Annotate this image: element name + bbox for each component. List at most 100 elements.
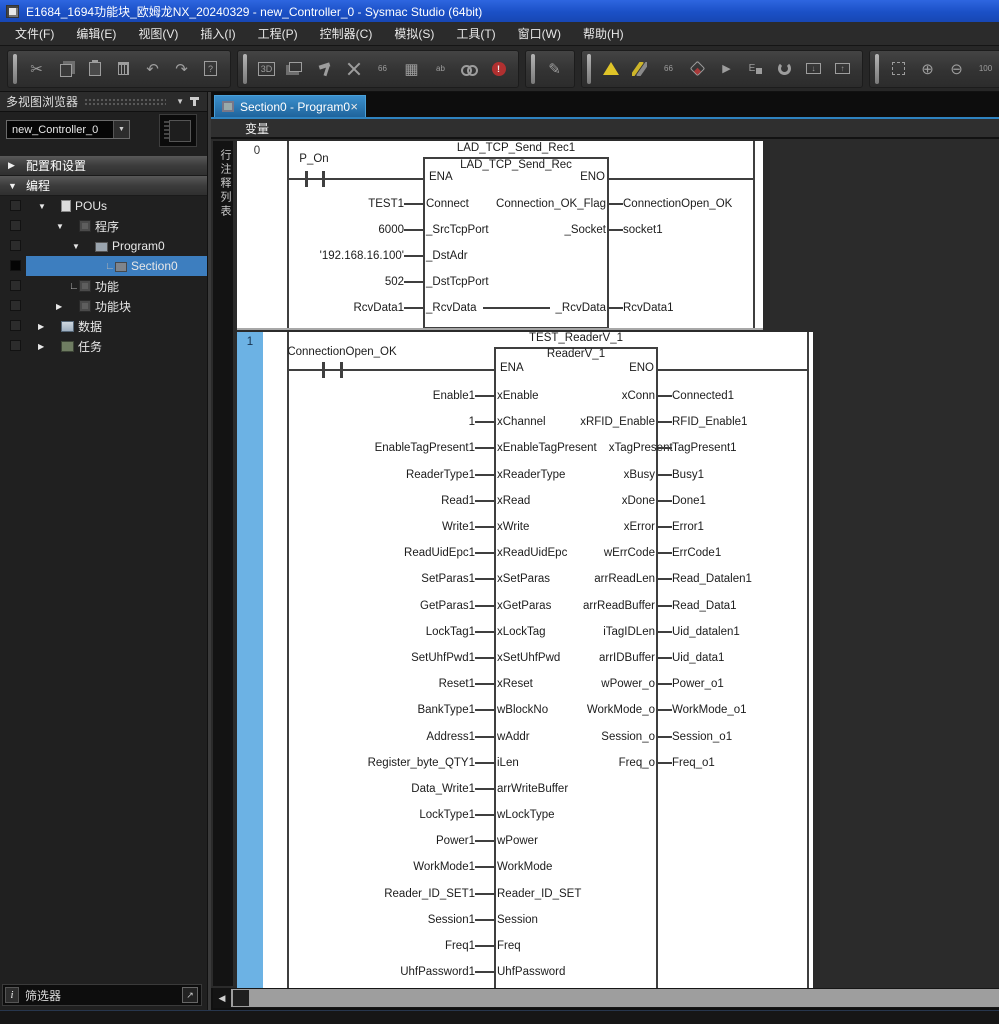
tree-item[interactable]: ▼ 程序 [0,216,207,236]
tab-section0-program0[interactable]: Section0 - Program0 × [214,95,366,117]
pin-input-operand[interactable]: Reader_ID_SET1 [237,888,475,900]
pin-input-operand[interactable]: EnableTagPresent1 [237,442,475,454]
variables-bar[interactable]: 变量 [211,119,999,139]
pin-output-operand[interactable]: Uid_data1 [672,652,813,664]
pin-output-operand[interactable]: Connected1 [672,390,813,402]
tree-expand-arrow[interactable]: ▶ [56,302,69,311]
row-comment-list-strip[interactable]: 行注释列表 [213,141,233,986]
panel-menu-icon[interactable]: ▼ [176,97,184,106]
pin-input-operand[interactable]: ReadUidEpc1 [237,547,475,559]
edit-mode-icon[interactable]: ✎ [540,54,569,84]
monitor-icon[interactable]: 66 [654,54,683,84]
tree-expand-arrow[interactable]: ▶ [38,342,51,351]
pin-input-operand[interactable]: Read1 [237,495,475,507]
pin-output-operand[interactable]: Done1 [672,495,813,507]
menu-item[interactable]: 编辑(E) [65,22,127,46]
simulation-icon[interactable] [683,54,712,84]
pin-input-operand[interactable]: UhfPassword1 [237,966,475,978]
pin-input-operand[interactable]: 6000 [237,224,404,236]
tree-item[interactable]: ▶ 任务 [0,336,207,356]
menu-item[interactable]: 工具(T) [445,22,506,46]
toolbar-grip[interactable] [587,54,591,84]
contact-operand[interactable]: P_On [281,153,347,165]
pin-input-operand[interactable]: 1 [237,416,475,428]
zoom-in-icon[interactable]: ⊕ [913,54,942,84]
scrollbar-thumb-edge[interactable] [233,990,249,1006]
build-icon[interactable] [310,54,339,84]
chevron-down-icon[interactable]: ▼ [113,121,129,138]
io-map-icon[interactable]: ab [426,54,455,84]
tree-item[interactable]: ∟ Section0 [0,256,207,276]
panel-drag-dots[interactable] [84,98,166,106]
pin-input-operand[interactable]: Enable1 [237,390,475,402]
pin-output-operand[interactable]: RcvData1 [623,302,763,314]
paste-icon[interactable] [80,54,109,84]
synchronize-icon[interactable] [770,54,799,84]
controller-select[interactable]: new_Controller_0 ▼ [6,120,130,139]
horizontal-scrollbar[interactable]: ◀ [213,988,999,1008]
titlebar[interactable]: E1684_1694功能块_欧姆龙NX_20240329 - new_Contr… [0,0,999,22]
pin-input-operand[interactable]: Power1 [237,835,475,847]
copy-icon[interactable] [51,54,80,84]
tree-expand-arrow[interactable]: ▼ [72,242,85,251]
menu-item[interactable]: 窗口(W) [507,22,572,46]
pin-input-operand[interactable]: LockTag1 [237,626,475,638]
transfer-from-controller-icon[interactable]: ↑ [828,54,857,84]
go-offline-icon[interactable] [625,54,654,84]
pin-output-operand[interactable]: socket1 [623,224,763,236]
rebuild-icon[interactable] [339,54,368,84]
menu-item[interactable]: 控制器(C) [309,22,384,46]
pin-output-operand[interactable]: Session_o1 [672,731,813,743]
pin-input-operand[interactable]: Register_byte_QTY1 [237,757,475,769]
watch-table-icon[interactable]: ▦ [397,54,426,84]
contact[interactable] [322,171,325,187]
pin-input-operand[interactable]: WorkMode1 [237,861,475,873]
tree-expand-arrow[interactable]: ▼ [38,202,51,211]
program-check-icon[interactable]: E [741,54,770,84]
pin-output-operand[interactable]: Power_o1 [672,678,813,690]
menu-item[interactable]: 模拟(S) [383,22,445,46]
pin-input-operand[interactable]: LockType1 [237,809,475,821]
pin-input-operand[interactable]: GetParas1 [237,600,475,612]
fb-instance-name[interactable]: LAD_TCP_Send_Rec1 [423,142,609,154]
pin-icon[interactable] [193,97,196,106]
pin-output-operand[interactable]: WorkMode_o1 [672,704,813,716]
output-window-icon[interactable] [281,54,310,84]
pin-input-operand[interactable]: Reset1 [237,678,475,690]
tree-item[interactable]: ▶ 功能块 [0,296,207,316]
undo-icon[interactable]: ↶ [138,54,167,84]
menu-item[interactable]: 文件(F) [4,22,65,46]
pin-output-operand[interactable]: ConnectionOpen_OK [623,198,763,210]
tree-expand-arrow[interactable]: ▼ [8,181,26,191]
pin-output-operand[interactable]: Uid_datalen1 [672,626,813,638]
redo-icon[interactable]: ↷ [167,54,196,84]
filter-bar[interactable]: i 筛选器 ↗ [2,984,202,1006]
pin-input-operand[interactable]: Session1 [237,914,475,926]
menu-item[interactable]: 插入(I) [189,22,246,46]
rung-number[interactable]: 0 [237,145,277,157]
pin-input-operand[interactable]: ReaderType1 [237,469,475,481]
pin-input-operand[interactable]: 502 [237,276,404,288]
cut-icon[interactable]: ✂ [22,54,51,84]
pin-input-operand[interactable]: Write1 [237,521,475,533]
tree-item[interactable]: ▶ 数据 [0,316,207,336]
toolbar-grip[interactable] [531,54,535,84]
contact[interactable] [340,362,343,378]
go-online-icon[interactable] [596,54,625,84]
pin-output-operand[interactable]: Error1 [672,521,813,533]
abort-icon[interactable]: ! [484,54,513,84]
watch-window-icon[interactable]: 66 [368,54,397,84]
delete-icon[interactable] [109,54,138,84]
tree-section-header[interactable]: ▶ 配置和设置 [0,156,207,176]
scroll-left-button[interactable]: ◀ [213,988,231,1008]
3d-view-icon[interactable]: 3D [252,54,281,84]
pin-input-operand[interactable]: Address1 [237,731,475,743]
pin-input-operand[interactable]: TEST1 [237,198,404,210]
contact[interactable] [305,171,308,187]
pin-output-operand[interactable]: Busy1 [672,469,813,481]
toolbar-grip[interactable] [875,54,879,84]
pin-input-operand[interactable]: SetParas1 [237,573,475,585]
menu-item[interactable]: 工程(P) [247,22,309,46]
tree-item[interactable]: ▼ POUs [0,196,207,216]
pin-output-operand[interactable]: Read_Datalen1 [672,573,813,585]
